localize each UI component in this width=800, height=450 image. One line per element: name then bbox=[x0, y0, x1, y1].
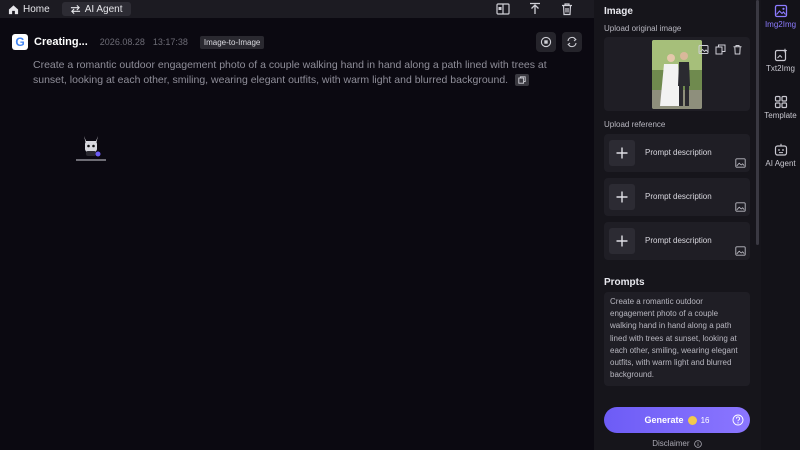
generate-label: Generate bbox=[644, 415, 684, 425]
task-type-badge: Image-to-Image bbox=[199, 35, 265, 49]
task-header: G Creating... 2026.08.28 13:17:38 Image-… bbox=[12, 34, 265, 50]
image-icon bbox=[735, 202, 746, 212]
image-tools bbox=[697, 43, 744, 56]
upload-icon bbox=[530, 2, 540, 14]
upload-original-label: Upload original image bbox=[604, 24, 682, 33]
nav-item-label: Template bbox=[764, 111, 797, 120]
ai-agent-label: AI Agent bbox=[84, 3, 123, 15]
nav-item-ai-agent[interactable]: AI Agent bbox=[761, 143, 800, 168]
trash-icon bbox=[562, 3, 572, 16]
export-button[interactable] bbox=[528, 2, 542, 16]
couple-photo-icon bbox=[652, 40, 702, 109]
nav-item-txt2img[interactable]: Txt2Img bbox=[761, 48, 800, 73]
disclaimer-link[interactable]: Disclaimer bbox=[604, 439, 750, 448]
image-icon bbox=[735, 158, 746, 168]
image-icon bbox=[774, 4, 787, 18]
delete-button[interactable] bbox=[560, 2, 574, 16]
ai-agent-tab[interactable]: AI Agent bbox=[61, 2, 131, 16]
image-replace-icon bbox=[698, 45, 709, 54]
nav-item-label: Img2Img bbox=[764, 20, 797, 29]
task-time: 13:17:38 bbox=[152, 37, 188, 47]
nav-item-img2img[interactable]: Img2Img bbox=[761, 4, 800, 29]
coin-icon bbox=[687, 415, 697, 425]
info-icon bbox=[693, 440, 702, 448]
add-reference-button[interactable] bbox=[609, 140, 635, 166]
loading-mascot-icon bbox=[76, 136, 106, 161]
upload-reference-label: Upload reference bbox=[604, 120, 666, 129]
top-bar: Home AI Agent bbox=[0, 0, 594, 18]
robot-icon bbox=[774, 143, 787, 156]
prompts-section-title: Prompts bbox=[604, 277, 645, 288]
reference-card-1[interactable]: Prompt description bbox=[604, 134, 750, 172]
original-image-dropzone[interactable] bbox=[604, 37, 750, 111]
duplicate-image-button[interactable] bbox=[714, 43, 727, 56]
disclaimer-label: Disclaimer bbox=[652, 439, 690, 448]
text-image-icon bbox=[774, 48, 787, 62]
home-label: Home bbox=[23, 3, 50, 15]
reference-card-2[interactable]: Prompt description bbox=[604, 178, 750, 216]
copy-icon bbox=[518, 76, 526, 84]
task-date: 2026.08.28 bbox=[99, 37, 145, 47]
generate-button[interactable]: Generate 16 bbox=[604, 407, 750, 433]
stop-circle-icon bbox=[540, 36, 552, 48]
main-area: G Creating... 2026.08.28 13:17:38 Image-… bbox=[0, 18, 594, 450]
nav-item-label: AI Agent bbox=[765, 159, 796, 168]
mode-nav: Img2Img Txt2Img Template AI Agent bbox=[761, 0, 800, 450]
nav-item-template[interactable]: Template bbox=[761, 95, 800, 120]
original-image-thumbnail bbox=[652, 40, 702, 109]
template-icon bbox=[774, 95, 787, 109]
prompt-textarea[interactable]: Create a romantic outdoor engagement pho… bbox=[604, 292, 750, 386]
nav-item-label: Txt2Img bbox=[766, 64, 795, 73]
compare-icon bbox=[496, 3, 510, 15]
reference-card-3[interactable]: Prompt description bbox=[604, 222, 750, 260]
replace-image-button[interactable] bbox=[697, 43, 710, 56]
add-reference-button[interactable] bbox=[609, 228, 635, 254]
swap-icon bbox=[70, 4, 80, 14]
image-icon bbox=[735, 246, 746, 256]
app-root: Home AI Agent G Creating... 2026.08.28 1… bbox=[0, 0, 800, 450]
trash-icon bbox=[733, 45, 742, 55]
refresh-icon bbox=[567, 36, 577, 48]
settings-panel: Image Upload original image Upload refer… bbox=[594, 0, 761, 450]
google-logo-icon: G bbox=[12, 34, 28, 50]
home-icon bbox=[8, 4, 19, 14]
help-icon[interactable] bbox=[732, 414, 744, 426]
copy-icon bbox=[715, 44, 726, 55]
regenerate-button[interactable] bbox=[562, 32, 582, 52]
topbar-actions bbox=[496, 0, 574, 18]
copy-prompt-button[interactable] bbox=[515, 74, 530, 87]
reference-label: Prompt description bbox=[645, 148, 712, 157]
compare-button[interactable] bbox=[496, 2, 510, 16]
generate-cost: 16 bbox=[700, 415, 710, 425]
panel-scrollbar[interactable] bbox=[756, 0, 759, 245]
home-button[interactable]: Home bbox=[0, 0, 58, 18]
stop-button[interactable] bbox=[536, 32, 556, 52]
image-section-title: Image bbox=[604, 6, 633, 17]
reference-label: Prompt description bbox=[645, 192, 712, 201]
task-actions bbox=[536, 32, 582, 52]
task-prompt-text: Create a romantic outdoor engagement pho… bbox=[33, 59, 547, 86]
reference-label: Prompt description bbox=[645, 236, 712, 245]
add-reference-button[interactable] bbox=[609, 184, 635, 210]
task-title: Creating... bbox=[34, 36, 88, 48]
plus-icon bbox=[616, 191, 628, 203]
plus-icon bbox=[616, 147, 628, 159]
plus-icon bbox=[616, 235, 628, 247]
remove-image-button[interactable] bbox=[731, 43, 744, 56]
task-prompt: Create a romantic outdoor engagement pho… bbox=[33, 58, 578, 88]
